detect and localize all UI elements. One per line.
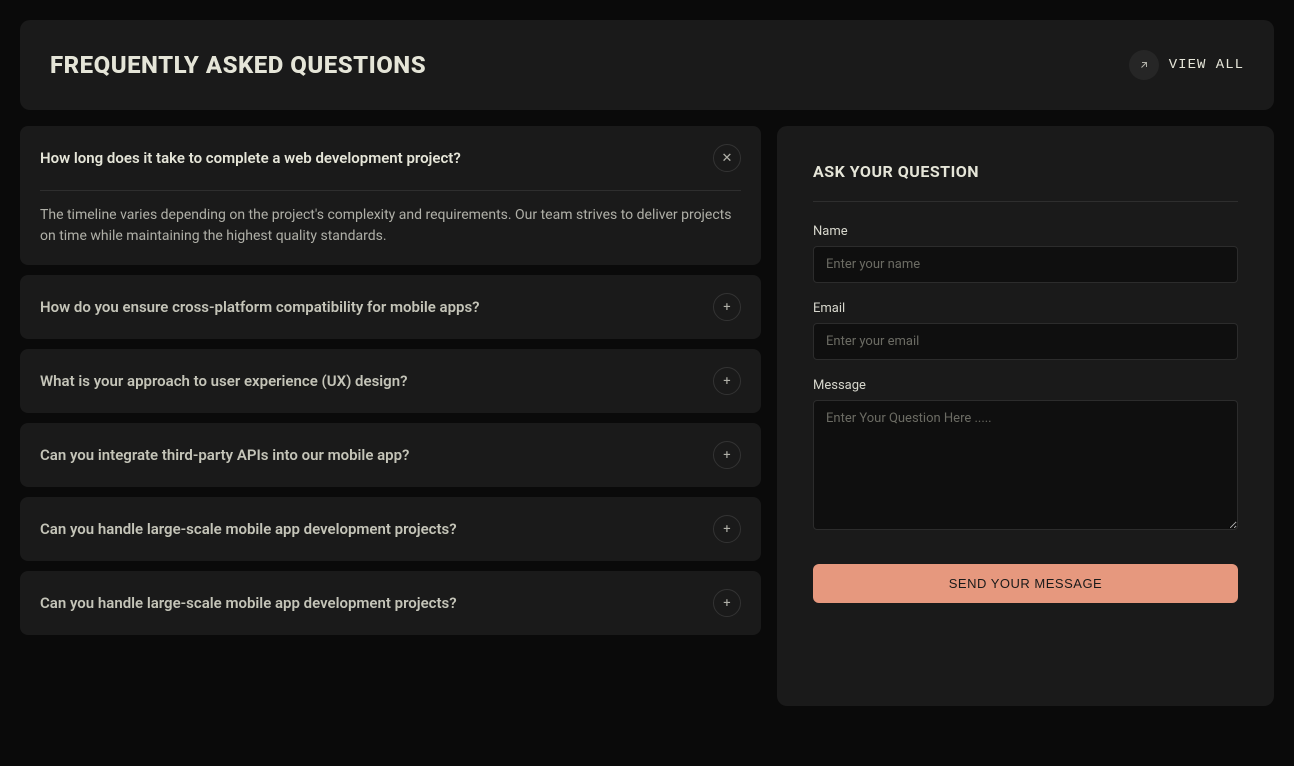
faq-question: How long does it take to complete a web …: [40, 149, 461, 167]
send-message-button[interactable]: SEND YOUR MESSAGE: [813, 564, 1238, 603]
faq-toggle-row[interactable]: How long does it take to complete a web …: [40, 144, 741, 172]
arrow-up-right-icon: [1129, 50, 1159, 80]
view-all-label: VIEW ALL: [1169, 57, 1244, 73]
form-title: ASK YOUR QUESTION: [813, 162, 1238, 181]
message-textarea[interactable]: [813, 400, 1238, 530]
faq-question: Can you integrate third-party APIs into …: [40, 446, 409, 464]
question-form-panel: ASK YOUR QUESTION Name Email Message SEN…: [777, 126, 1274, 706]
faq-toggle-row[interactable]: What is your approach to user experience…: [40, 367, 741, 395]
faq-toggle-row[interactable]: Can you handle large-scale mobile app de…: [40, 515, 741, 543]
faq-question: What is your approach to user experience…: [40, 372, 407, 390]
question-form-card: ASK YOUR QUESTION Name Email Message SEN…: [777, 126, 1274, 706]
email-input[interactable]: [813, 323, 1238, 360]
faq-item: Can you handle large-scale mobile app de…: [20, 571, 761, 635]
faq-toggle-row[interactable]: Can you handle large-scale mobile app de…: [40, 589, 741, 617]
faq-question: How do you ensure cross-platform compati…: [40, 298, 480, 316]
name-label: Name: [813, 224, 1238, 239]
email-label: Email: [813, 301, 1238, 316]
faq-question: Can you handle large-scale mobile app de…: [40, 594, 457, 612]
name-field-group: Name: [813, 224, 1238, 283]
page-title: FREQUENTLY ASKED QUESTIONS: [50, 51, 426, 79]
faq-list: How long does it take to complete a web …: [20, 126, 761, 635]
plus-icon[interactable]: +: [713, 367, 741, 395]
faq-item: How long does it take to complete a web …: [20, 126, 761, 265]
faq-item: What is your approach to user experience…: [20, 349, 761, 413]
content-row: How long does it take to complete a web …: [20, 126, 1274, 706]
plus-icon[interactable]: +: [713, 515, 741, 543]
faq-header: FREQUENTLY ASKED QUESTIONS VIEW ALL: [20, 20, 1274, 110]
plus-icon[interactable]: +: [713, 293, 741, 321]
message-field-group: Message: [813, 378, 1238, 534]
divider: [40, 190, 741, 191]
faq-item: Can you handle large-scale mobile app de…: [20, 497, 761, 561]
close-icon[interactable]: ✕: [713, 144, 741, 172]
faq-answer: The timeline varies depending on the pro…: [40, 205, 741, 247]
faq-item: Can you integrate third-party APIs into …: [20, 423, 761, 487]
plus-icon[interactable]: +: [713, 589, 741, 617]
name-input[interactable]: [813, 246, 1238, 283]
email-field-group: Email: [813, 301, 1238, 360]
plus-icon[interactable]: +: [713, 441, 741, 469]
divider: [813, 201, 1238, 202]
faq-toggle-row[interactable]: How do you ensure cross-platform compati…: [40, 293, 741, 321]
view-all-button[interactable]: VIEW ALL: [1129, 50, 1244, 80]
faq-question: Can you handle large-scale mobile app de…: [40, 520, 457, 538]
faq-item: How do you ensure cross-platform compati…: [20, 275, 761, 339]
faq-toggle-row[interactable]: Can you integrate third-party APIs into …: [40, 441, 741, 469]
message-label: Message: [813, 378, 1238, 393]
